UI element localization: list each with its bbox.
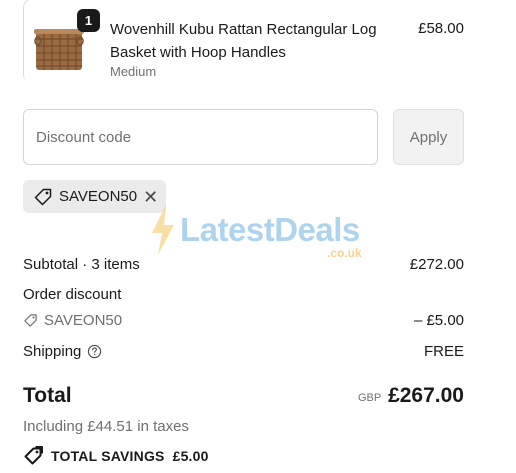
order-discount-label: Order discount — [23, 286, 122, 303]
savings-value: £5.00 — [172, 448, 209, 464]
product-price: £58.00 — [418, 20, 464, 37]
order-discount-code-row: SAVEON50 — [23, 312, 122, 329]
discount-code-input[interactable] — [23, 109, 378, 165]
quantity-badge: 1 — [77, 9, 100, 32]
total-value: £267.00 — [388, 384, 464, 407]
product-title: Wovenhill Kubu Rattan Rectangular Log Ba… — [110, 21, 377, 61]
remove-discount-icon[interactable]: ✕ — [143, 188, 158, 206]
total-label: Total — [23, 384, 72, 407]
applied-discount-chip: SAVEON50 ✕ — [23, 180, 166, 213]
shipping-row: Shipping — [23, 343, 102, 360]
total-savings: TOTAL SAVINGS £5.00 — [23, 446, 209, 466]
lightning-icon — [152, 205, 174, 255]
order-discount-value: – £5.00 — [413, 312, 464, 329]
total-currency: GBP — [358, 392, 382, 404]
shipping-value: FREE — [423, 343, 464, 360]
watermark-subtext: .co.uk — [327, 246, 362, 260]
watermark-text: LatestDeals — [180, 211, 360, 248]
apply-discount-button[interactable]: Apply — [393, 109, 464, 165]
shipping-label: Shipping — [23, 343, 82, 360]
product-variant: Medium — [110, 64, 157, 79]
applied-discount-code: SAVEON50 — [59, 188, 138, 205]
subtotal-label: Subtotal · 3 items — [23, 256, 140, 273]
savings-tag-icon — [23, 446, 43, 466]
help-icon[interactable] — [87, 344, 102, 359]
taxes-note: Including £44.51 in taxes — [23, 418, 189, 435]
tag-icon — [33, 187, 53, 207]
tag-icon — [23, 313, 38, 328]
order-discount-code: SAVEON50 — [44, 312, 123, 329]
subtotal-value: £272.00 — [409, 256, 464, 273]
savings-label: TOTAL SAVINGS — [51, 448, 165, 464]
